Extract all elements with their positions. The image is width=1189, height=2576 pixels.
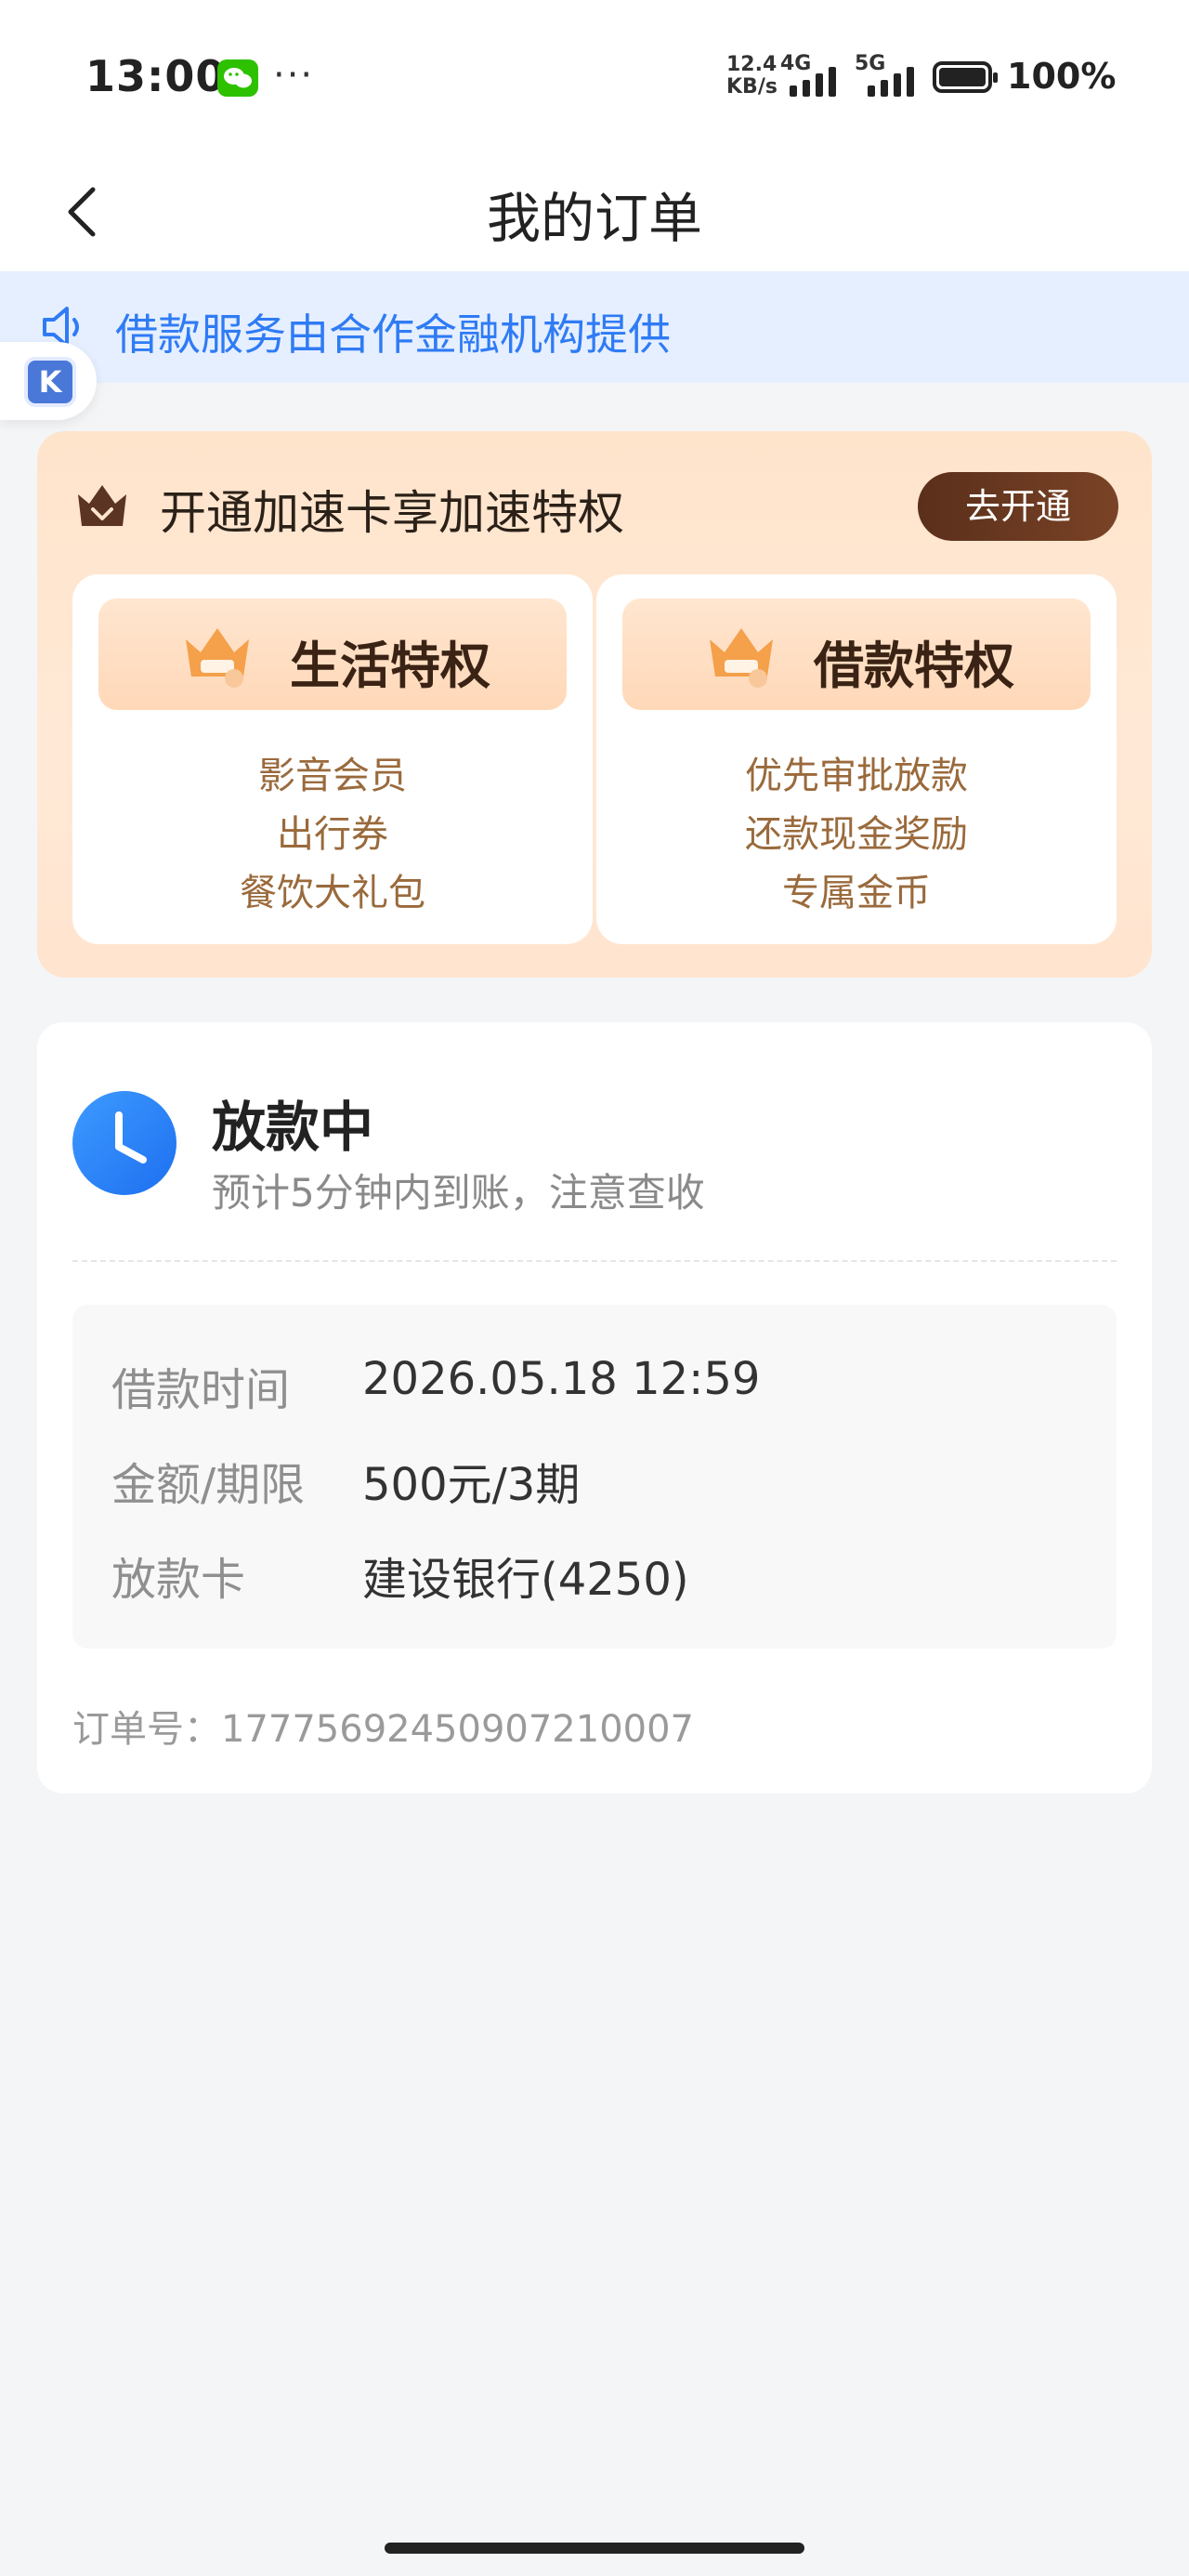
perk-label: 借款特权: [814, 637, 1014, 695]
crown-icon: [180, 621, 255, 691]
clock-icon: [72, 1091, 176, 1195]
crown-icon: [74, 478, 130, 533]
perk-card-loan[interactable]: 借款特权 优先审批放款 还款现金奖励 专属金币: [596, 574, 1117, 944]
signal-5g-icon: [868, 65, 925, 97]
network-speed-value: 12.4: [726, 53, 777, 76]
order-number-value: 1777569245090721000​7: [221, 1708, 694, 1751]
perk-header: 生活特权: [98, 598, 567, 710]
notice-bar: 借款服务由合作金融机构提供: [0, 271, 1189, 383]
activate-button[interactable]: 去开通: [918, 472, 1118, 541]
page-title: 我的订单: [486, 187, 702, 250]
perk-item: 影音会员: [258, 755, 407, 797]
detail-row-amount-term: 金额/期限 500元/3期: [72, 1448, 1117, 1511]
network-speed: 12.4 KB/s: [726, 54, 777, 99]
order-details: 借款时间 2026.05.18 12:59 金额/期限 500元/3期 放款卡 …: [72, 1305, 1117, 1649]
divider: [72, 1260, 1117, 1262]
nav-bar: 我的订单: [0, 149, 1189, 271]
notice-text: 借款服务由合作金融机构提供: [115, 309, 671, 360]
perk-header: 借款特权: [622, 598, 1091, 710]
detail-value: 建设银行(4250): [362, 1554, 689, 1606]
detail-key: 借款时间: [111, 1364, 291, 1416]
status-time: 13:00: [85, 51, 227, 101]
detail-row-loan-time: 借款时间 2026.05.18 12:59: [72, 1353, 1117, 1416]
assistant-k-icon: K: [24, 357, 76, 407]
detail-key: 金额/期限: [111, 1459, 306, 1511]
perk-card-life[interactable]: 生活特权 影音会员 出行券 餐饮大礼包: [72, 574, 593, 944]
detail-value: 500元/3期: [362, 1459, 581, 1511]
battery-icon: [933, 61, 998, 93]
status-bar: 13:00 ··· 12.4 KB/s 4G 5G 100%: [0, 0, 1189, 149]
more-notifications-icon: ···: [273, 54, 315, 97]
floating-assistant-button[interactable]: K: [0, 342, 97, 420]
crown-icon: [704, 621, 778, 691]
order-status-title: 放款中: [212, 1096, 374, 1159]
home-indicator[interactable]: [385, 2543, 804, 2554]
perk-label: 生活特权: [290, 637, 490, 695]
network-speed-unit: KB/s: [726, 75, 777, 99]
perk-item: 专属金币: [782, 872, 931, 914]
accelerator-card-promo[interactable]: 开通加速卡享加速特权 去开通 生活特权 影音会员 出行券 餐饮大礼包 借款特权 …: [37, 431, 1152, 978]
detail-value: 2026.05.18 12:59: [362, 1353, 761, 1405]
perk-item: 优先审批放款: [745, 755, 968, 797]
perk-item: 出行券: [277, 813, 388, 856]
promo-title: 开通加速卡享加速特权: [160, 486, 624, 540]
detail-key: 放款卡: [111, 1554, 246, 1606]
order-number-label: 订单号：: [72, 1708, 221, 1751]
wechat-icon: [217, 59, 258, 97]
signal-4g-icon: [790, 65, 847, 97]
battery-percentage: 100%: [1007, 56, 1117, 97]
order-card: 放款中 预计5分钟内到账，注意查收 借款时间 2026.05.18 12:59 …: [37, 1022, 1152, 1794]
perk-item: 还款现金奖励: [745, 813, 968, 856]
perk-item: 餐饮大礼包: [240, 872, 425, 914]
order-number[interactable]: 订单号：1777569245090721000​7: [72, 1699, 694, 1753]
detail-row-payout-card: 放款卡 建设银行(4250): [72, 1543, 1117, 1606]
order-status-subtitle: 预计5分钟内到账，注意查收: [212, 1170, 705, 1216]
